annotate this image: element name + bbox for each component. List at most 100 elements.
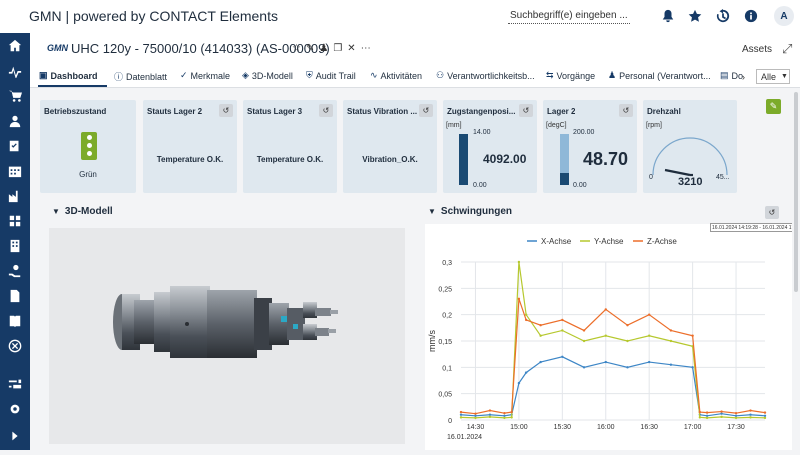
gmn-logo: GMN (47, 43, 68, 53)
chevron-right-icon[interactable] (0, 423, 30, 448)
data-point (459, 416, 463, 419)
tab-datenblatt[interactable]: ⓘ Datenblatt (114, 70, 167, 83)
gear-icon[interactable] (0, 396, 30, 421)
card-title: Lager 2 (547, 107, 576, 116)
top-bar: GMN | powered by CONTACT Elements A (0, 0, 800, 34)
activity-icon[interactable] (0, 58, 30, 83)
edit-icon[interactable]: ✎ (306, 43, 314, 54)
data-point (669, 339, 673, 343)
star-icon[interactable] (687, 8, 703, 24)
edit-dashboard-button[interactable]: ✎ (766, 99, 781, 114)
history-icon[interactable]: ↺ (219, 104, 233, 117)
cart-icon[interactable] (0, 83, 30, 108)
data-point (669, 329, 673, 332)
filter-select[interactable]: Alle ▼ (756, 69, 790, 84)
x-date-label: 16.01.2024 (447, 434, 482, 441)
data-point (698, 410, 702, 414)
tab-vorgaenge[interactable]: ⇆ Vorgänge (546, 70, 595, 81)
card-lager3-status: Status Lager 3 ↺ Temperature O.K. (243, 100, 337, 193)
gauge (652, 137, 728, 177)
more-icon[interactable]: ⋯ (361, 43, 371, 54)
history-icon[interactable]: ↺ (419, 104, 433, 117)
data-point (705, 414, 709, 417)
history-icon[interactable]: ↺ (765, 206, 779, 219)
gauge-max: 45... (716, 174, 730, 181)
gauge-min: 0 (649, 174, 653, 181)
assets-link[interactable]: Assets (742, 44, 772, 55)
history-icon[interactable]: ↺ (519, 104, 533, 117)
data-point (503, 416, 506, 420)
object-actions: ☆ ✎ ♟ ❐ ✕ ⋯ (292, 43, 371, 54)
copy-icon[interactable]: ❐ (333, 43, 342, 54)
bell-icon[interactable] (660, 8, 676, 24)
sliders-icon[interactable] (0, 371, 30, 396)
object-header: GMN UHC 120y - 75000/10 (414033) (AS-000… (30, 33, 800, 67)
section-schwingungen[interactable]: ▼ Schwingungen (428, 206, 512, 217)
3d-viewer[interactable] (49, 228, 405, 444)
tab-merkmale[interactable]: ✓ Merkmale (180, 70, 230, 81)
section-3d-modell[interactable]: ▼ 3D-Modell (52, 206, 113, 217)
tools-icon[interactable] (0, 208, 30, 233)
data-point (561, 318, 564, 322)
checklist-icon[interactable] (0, 133, 30, 158)
card-title: Betriebszustand (44, 107, 107, 116)
hand-service-icon[interactable] (0, 258, 30, 283)
data-point (524, 371, 528, 374)
scrollbar-thumb[interactable] (794, 92, 798, 292)
tab-verantwortlichkeit[interactable]: ⚇ Verantwortlichkeitsb... (436, 70, 535, 81)
star-outline-icon[interactable]: ☆ (292, 43, 301, 54)
tab-3d-modell[interactable]: ◈ 3D-Modell (242, 70, 293, 81)
history-icon[interactable] (715, 8, 731, 24)
info-icon[interactable] (743, 8, 759, 24)
card-title: Zugstangenposi... (447, 107, 516, 116)
y-tick-label: 0,3 (442, 260, 452, 267)
tabs-scroll-right-icon[interactable]: › (742, 67, 750, 87)
data-point (474, 414, 477, 417)
tab-aktivitaeten[interactable]: ∿ Aktivitäten (370, 70, 422, 81)
level-bar (459, 134, 468, 185)
person-icon[interactable]: ♟ (319, 43, 328, 54)
data-point (510, 416, 513, 419)
data-point (459, 413, 463, 416)
expand-icon[interactable]: ⤢ (782, 41, 792, 57)
card-lager2: Lager 2 ↺ [degC] 200.00 0.00 48.70 (543, 100, 637, 193)
y-tick-label: 0,1 (442, 365, 452, 372)
legend-label: Z-Achse (647, 237, 677, 246)
level-bar-fill (560, 172, 569, 185)
data-point (720, 415, 723, 419)
data-point (517, 297, 521, 301)
book-icon[interactable] (0, 308, 30, 333)
home-icon[interactable] (0, 33, 30, 58)
calendar-icon[interactable] (0, 158, 30, 183)
close-circle-icon[interactable] (0, 333, 30, 358)
tab-audit-trail[interactable]: ⛨ Audit Trail (306, 70, 356, 81)
caret-down-icon: ▼ (428, 207, 436, 216)
traffic-light-icon (81, 132, 97, 160)
close-icon[interactable]: ✕ (347, 43, 355, 54)
data-point (749, 409, 752, 412)
history-icon[interactable]: ↺ (619, 104, 633, 117)
data-point (524, 313, 528, 316)
bar-min: 0.00 (573, 182, 587, 189)
data-point (488, 415, 492, 419)
user-worker-icon[interactable] (0, 108, 30, 133)
data-point (749, 413, 752, 416)
tab-documents[interactable]: ▤ Do (720, 70, 743, 81)
tab-personal[interactable]: ♟ Personal (Verantwort... (608, 70, 711, 81)
bar-max: 200.00 (573, 129, 595, 136)
history-icon[interactable]: ↺ (319, 104, 333, 117)
data-point (763, 416, 767, 420)
document-icon[interactable] (0, 283, 30, 308)
data-point (524, 318, 528, 322)
avatar[interactable]: A (774, 6, 794, 26)
tab-dashboard[interactable]: ▣ Dashboard (39, 70, 98, 81)
y-tick-label: 0,05 (438, 392, 452, 399)
vibration-line-chart: 0 0,05 0,1 0,15 0,2 0,25 0,3 14:30 15:00 15:30 16:… (427, 237, 767, 441)
page-scrollbar[interactable] (792, 90, 800, 450)
info-icon: ⓘ (114, 72, 124, 82)
search-input[interactable] (508, 7, 630, 24)
factory-icon[interactable] (0, 183, 30, 208)
active-tab-indicator (38, 85, 107, 87)
building-icon[interactable] (0, 233, 30, 258)
flow-icon: ⇆ (546, 70, 554, 80)
